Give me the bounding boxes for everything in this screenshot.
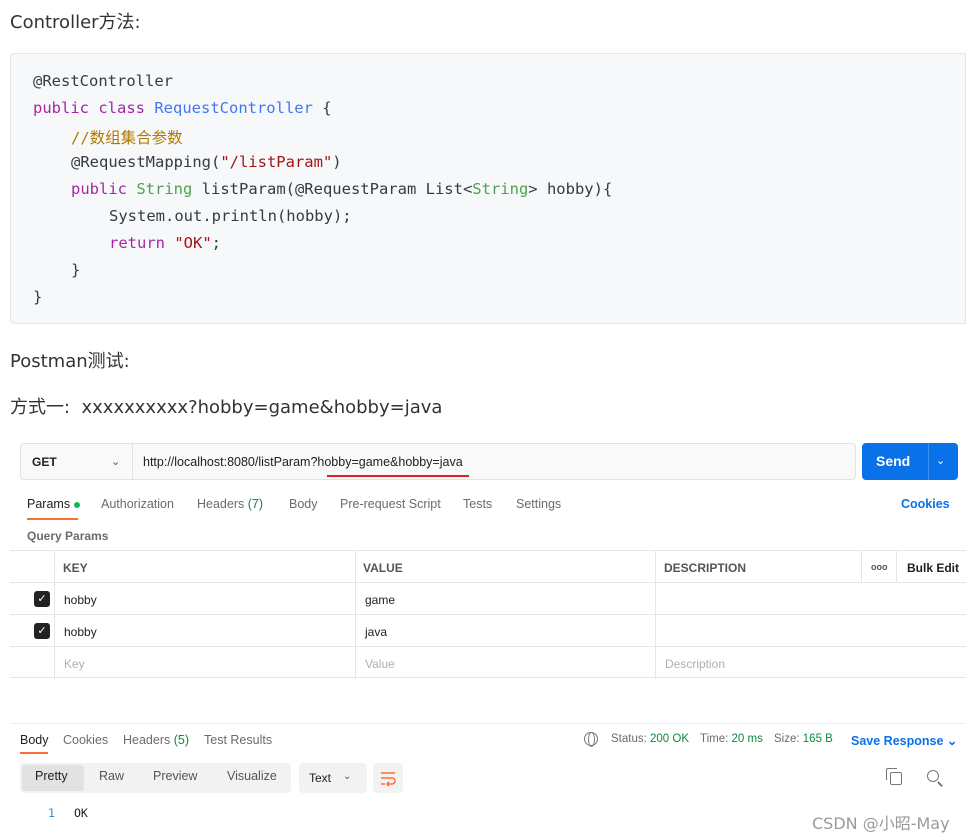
code-line-1: @RestController [33,72,173,90]
tab-prerequest-script[interactable]: Pre-request Script [340,497,441,511]
heading-method1: 方式一: xxxxxxxxxx?hobby=game&hobby=java [10,397,443,418]
chevron-down-icon: ⌄ [111,456,121,468]
query-params-label: Query Params [27,529,109,543]
tab-headers[interactable]: Headers (7) [197,497,263,511]
chevron-down-icon: ⌄ [343,771,352,782]
heading-postman: Postman测试: [10,351,130,372]
url-input[interactable]: http://localhost:8080/listParam?hobby=ga… [143,455,463,469]
method-label: GET [32,455,57,469]
response-tab-headers[interactable]: Headers (5) [123,733,189,747]
method-select[interactable]: GET ⌄ [21,444,133,479]
code-line-3: //数组集合参数 [71,129,183,147]
code-line-9: } [33,288,43,306]
postman-panel: GET ⌄ http://localhost:8080/listParam?ho… [10,434,966,837]
response-size: Size: 165 B [774,733,833,745]
view-mode-visualize[interactable]: Visualize [227,769,277,783]
chevron-down-icon[interactable]: ⌄ [936,454,945,467]
code-line-7: return "OK"; [109,234,221,252]
search-icon[interactable] [927,770,939,782]
code-line-2: public class RequestController { [33,99,332,117]
params-active-dot [74,501,81,508]
param-value[interactable]: java [365,625,387,639]
view-mode-pretty[interactable]: Pretty [35,769,68,783]
tab-authorization[interactable]: Authorization [101,497,174,511]
code-line-5: public String listParam(@RequestParam Li… [71,180,613,198]
param-key[interactable]: hobby [64,625,97,639]
view-mode-raw[interactable]: Raw [99,769,124,783]
wrap-lines-button[interactable] [373,763,403,793]
column-header-key: KEY [63,561,88,575]
table-row-new: Key Value Description [10,646,966,679]
code-block: @RestController public class RequestCont… [10,53,966,324]
tab-settings[interactable]: Settings [516,497,561,511]
send-label: Send [876,453,911,469]
response-tab-cookies[interactable]: Cookies [63,733,108,747]
param-key[interactable]: hobby [64,593,97,607]
table-row: ✓ hobby game [10,582,966,615]
copy-icon[interactable] [886,768,902,785]
response-status: Status: 200 OK [611,733,690,745]
response-tab-body[interactable]: Body [20,733,49,747]
table-header-row: KEY VALUE DESCRIPTION ooo Bulk Edit [10,550,966,583]
response-time: Time: 20 ms [700,733,763,745]
response-divider [10,723,966,724]
code-line-6: System.out.println(hobby); [109,207,352,225]
row-checkbox[interactable]: ✓ [34,591,50,607]
save-response-button[interactable]: Save Response ⌄ [851,733,957,748]
format-label: Text [309,771,332,785]
param-value[interactable]: game [365,593,395,607]
send-divider [928,443,929,480]
wrap-lines-icon [381,772,396,787]
response-tab-test-results[interactable]: Test Results [204,733,272,747]
chevron-down-icon: ⌄ [946,734,958,748]
code-line-8: } [71,261,81,279]
code-line-4: @RequestMapping("/listParam") [71,153,342,171]
tab-tests[interactable]: Tests [463,497,492,511]
key-placeholder-input[interactable]: Key [64,657,85,671]
watermark: CSDN @小昭-May [812,814,950,833]
url-highlight-underline [327,475,469,477]
response-body-text: OK [74,806,88,820]
more-options-icon[interactable]: ooo [871,562,888,572]
format-select[interactable]: Text ⌄ [299,763,367,793]
request-bar: GET ⌄ http://localhost:8080/listParam?ho… [20,443,856,480]
bulk-edit-button[interactable]: Bulk Edit [907,561,959,575]
response-line-number: 1 [48,806,55,820]
send-button[interactable]: Send ⌄ [862,443,958,480]
row-checkbox[interactable]: ✓ [34,623,50,639]
view-mode-switcher: Pretty Raw Preview Visualize [20,763,291,793]
response-tab-underline [20,752,48,754]
view-mode-preview[interactable]: Preview [153,769,197,783]
table-row: ✓ hobby java [10,614,966,647]
value-placeholder-input[interactable]: Value [365,657,395,671]
description-placeholder-input[interactable]: Description [665,657,725,671]
cookies-link[interactable]: Cookies [901,497,950,511]
column-header-description: DESCRIPTION [664,561,747,575]
tab-params[interactable]: Params [27,497,81,511]
globe-icon[interactable] [584,732,598,747]
column-header-value: VALUE [363,561,403,575]
tab-body[interactable]: Body [289,497,318,511]
tab-active-underline [27,518,78,520]
heading-controller: Controller方法: [10,12,141,33]
